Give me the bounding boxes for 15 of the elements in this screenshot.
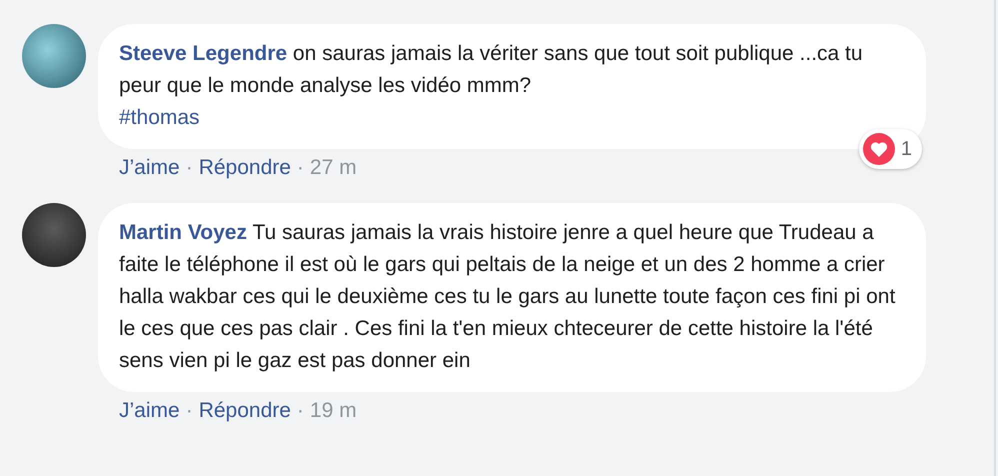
separator-dot: · — [296, 155, 304, 181]
reaction-badge[interactable]: 1 — [858, 129, 922, 169]
author-link[interactable]: Steeve Legendre — [119, 42, 288, 65]
timestamp: 19 m — [310, 398, 357, 424]
reaction-count: 1 — [900, 138, 912, 160]
separator-dot: · — [186, 398, 193, 424]
reply-link[interactable]: Répondre — [198, 155, 291, 181]
timestamp: 27 m — [310, 155, 357, 181]
like-link[interactable]: J’aime — [119, 155, 180, 181]
author-link[interactable]: Martin Voyez — [119, 221, 247, 244]
comment-text: Martin Voyez Tu sauras jamais la vrais histoire jenre a quel heure que Trudeau a faite le téléphone il est où le gars qui peltais de la neige et un des 2 homme a crier halla wakbar ces qui le deuxième ces tu le gars au lunette toute façon ces fini pi ont le ces que ces pas clair . Ces fini la t'en mieux chteceurer de cette histoire la l'été sens vien pi le gaz est pas donner ein — [119, 220, 896, 374]
separator-dot: · — [186, 155, 193, 181]
reply-link[interactable]: Répondre — [198, 398, 291, 424]
separator-dot: · — [296, 398, 304, 424]
like-link[interactable]: J’aime — [119, 398, 180, 424]
